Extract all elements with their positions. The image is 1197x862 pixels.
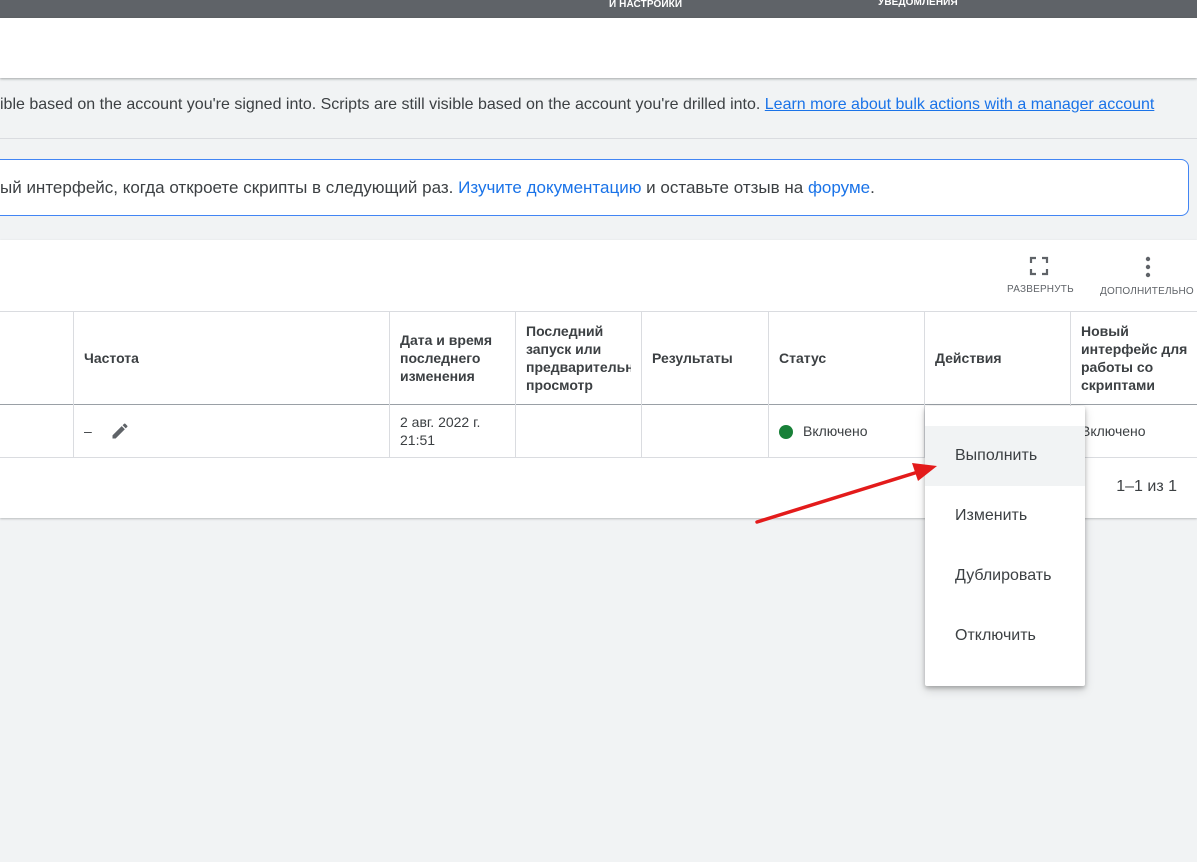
header-last-run-line: просмотр [526, 377, 593, 393]
header-new-interface-line: работы со [1081, 359, 1154, 375]
banner-text-after: . [870, 178, 875, 197]
header-last-run-line: предварительный [526, 359, 631, 375]
header-new-interface-line: Новый [1081, 323, 1129, 339]
header-results[interactable]: Результаты [652, 349, 733, 367]
header-modified-line: последнего [400, 350, 481, 366]
column-divider [768, 312, 769, 457]
actions-menu: Выполнить Изменить Дублировать Отключить [925, 406, 1085, 686]
banner-text-middle: и оставьте отзыв на [641, 178, 808, 197]
header-frequency[interactable]: Частота [84, 349, 139, 367]
more-vert-icon [1145, 256, 1151, 278]
tools-and-settings-label[interactable]: И НАСТРОЙКИ [609, 0, 682, 10]
header-actions: Действия [935, 350, 1002, 366]
bulk-actions-learn-more-link[interactable]: Learn more about bulk actions with a man… [765, 96, 1155, 113]
notice-text: ible based on the account you're signed … [0, 96, 765, 113]
header-last-run-line: запуск или [526, 341, 602, 357]
expand-label: РАЗВЕРНУТЬ [1007, 284, 1074, 295]
header-modified[interactable]: Дата и время последнего изменения [400, 331, 492, 385]
header-status[interactable]: Статус [779, 349, 826, 367]
more-button[interactable]: ДОПОЛНИТЕЛЬНО [1100, 256, 1197, 297]
top-app-bar: И НАСТРОЙКИ УВЕДОМЛЕНИЯ [0, 0, 1197, 18]
header-modified-line: изменения [400, 368, 475, 384]
header-new-interface-line: скриптами [1081, 377, 1156, 393]
modified-time: 21:51 [400, 432, 436, 448]
new-interface-value[interactable]: Включено [1081, 422, 1146, 440]
header-new-interface-line: интерфейс для [1081, 341, 1188, 357]
menu-item-edit[interactable]: Изменить [925, 486, 1085, 546]
banner-text-before: ый интерфейс, когда откроете скрипты в с… [0, 178, 459, 197]
header-new-interface[interactable]: Новый интерфейс для работы со скриптами [1081, 322, 1197, 394]
menu-item-duplicate[interactable]: Дублировать [925, 546, 1085, 606]
pagination-range: 1–1 из 1 [1116, 478, 1177, 495]
modified-date: 2 авг. 2022 г. [400, 414, 481, 430]
menu-item-run[interactable]: Выполнить [925, 426, 1085, 486]
new-interface-banner-text: ый интерфейс, когда откроете скрипты в с… [0, 178, 1190, 202]
notifications-label[interactable]: УВЕДОМЛЕНИЯ [878, 0, 958, 8]
column-divider [515, 312, 516, 457]
page-header [0, 18, 1197, 78]
forum-link[interactable]: форуме [808, 178, 870, 197]
status-value[interactable]: Включено [803, 422, 868, 440]
column-divider [389, 312, 390, 457]
status-enabled-dot [779, 425, 793, 439]
menu-item-disable[interactable]: Отключить [925, 606, 1085, 666]
column-divider [641, 312, 642, 457]
frequency-value: – [84, 423, 92, 439]
modified-value: 2 авг. 2022 г. 21:51 [400, 413, 480, 449]
edit-pencil-icon[interactable] [110, 421, 130, 441]
header-modified-line: Дата и время [400, 332, 493, 348]
fullscreen-icon [1029, 256, 1049, 276]
header-last-run[interactable]: Последний запуск или предварительный про… [526, 322, 631, 394]
more-label: ДОПОЛНИТЕЛЬНО [1100, 286, 1194, 297]
header-last-run-line: Последний [526, 323, 604, 339]
column-divider [73, 312, 74, 457]
documentation-link[interactable]: Изучите документацию [458, 178, 641, 197]
manager-account-notice: ible based on the account you're signed … [0, 96, 1197, 122]
expand-button[interactable]: РАЗВЕРНУТЬ [1007, 256, 1074, 295]
divider [0, 138, 1197, 139]
